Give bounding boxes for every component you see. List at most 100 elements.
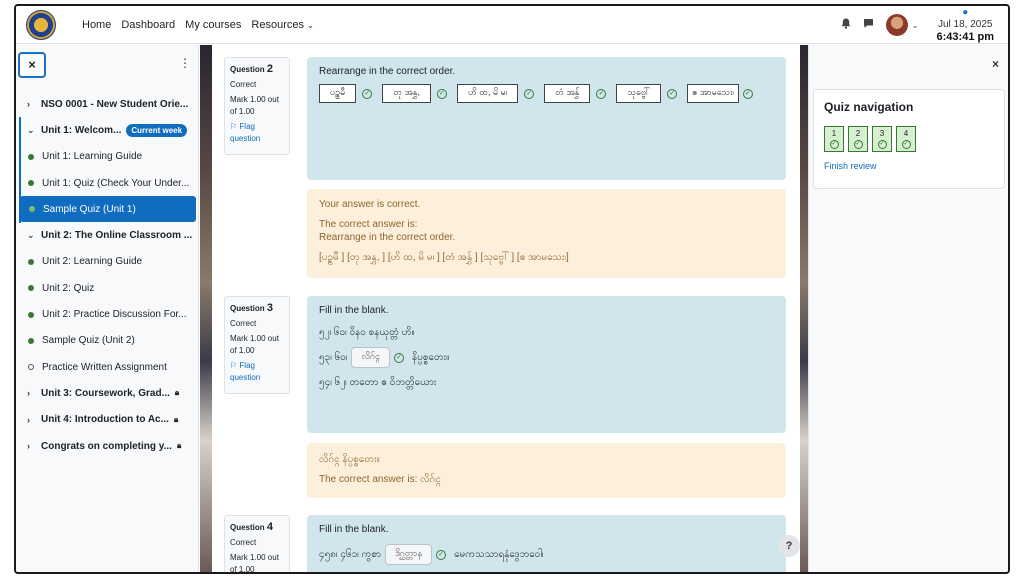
question-content: Fill in the blank. ၄၅၈၊ ၄၆၁၊ ကွစာ ဒိဂ္ဃတ…	[307, 515, 786, 572]
activity-unit2-learning-guide[interactable]: Unit 2: Learning Guide	[16, 249, 199, 275]
chevron-right-icon: ›	[27, 388, 30, 399]
close-drawer-button[interactable]: ×	[992, 57, 999, 71]
activity-sample-quiz-unit2[interactable]: Sample Quiz (Unit 2)	[16, 328, 199, 354]
question-nav-button[interactable]: 4 ✓	[896, 126, 916, 152]
activity-practice-written-assignment[interactable]: Practice Written Assignment	[16, 354, 199, 380]
feedback-correct-text: Your answer is correct.	[319, 199, 421, 210]
flag-question-link[interactable]: ⚐ Flag question	[230, 121, 284, 145]
section-label: Unit 1: Welcom...	[41, 124, 122, 136]
question-nav-button[interactable]: 1 ✓	[824, 126, 844, 152]
feedback-right-answer: The correct answer is: လိဂ်င္ဂ	[319, 473, 441, 485]
nav-dashboard[interactable]: Dashboard	[121, 19, 175, 31]
clock-time: 6:43:41 pm	[936, 31, 994, 43]
question-prompt: Fill in the blank.	[319, 524, 389, 535]
check-circle-icon: ✓	[853, 140, 863, 149]
activity-sample-quiz-unit1[interactable]: Sample Quiz (Unit 1)	[20, 196, 196, 223]
question-nav-number: 4	[903, 129, 909, 138]
chevron-right-icon: ›	[27, 99, 30, 110]
quiz-review-page: Question 2 Correct Mark 1.00 out of 1.00…	[212, 45, 800, 572]
completion-dot-icon	[29, 206, 35, 213]
question-content: Rearrange in the correct order. ပဥ္စမီ ✓ …	[307, 57, 786, 180]
nav-my-courses[interactable]: My courses	[185, 19, 241, 31]
quiz-navigation-title: Quiz navigation	[824, 100, 914, 114]
feedback-right-answer: [ပဥ္စမီ ] [တု အနွှ, ] [ဟိ ထ, မိ မ၊ ] [တံ…	[319, 251, 569, 263]
primary-navigation: Home Dashboard My courses Resources ⌄	[82, 19, 324, 31]
chevron-down-icon: ⌄	[307, 20, 314, 30]
feedback-prompt: Rearrange in the correct order.	[319, 232, 456, 243]
course-section-unit3[interactable]: › Unit 3: Coursework, Grad... 🔒︎	[16, 380, 199, 406]
course-section-unit4[interactable]: › Unit 4: Introduction to Ac... 🔒︎	[16, 407, 199, 433]
flag-icon: ⚐	[230, 361, 238, 370]
nav-resources[interactable]: Resources ⌄	[251, 19, 313, 31]
course-section-congrats[interactable]: › Congrats on completing y... 🔒︎	[16, 433, 199, 459]
background-image-left	[200, 45, 212, 572]
question-number-value: 4	[266, 521, 274, 533]
activity-label: Sample Quiz (Unit 2)	[42, 335, 135, 347]
quiz-navigation-drawer: × Quiz navigation 1 ✓ 2 ✓ 3 ✓ 4 ✓ Finish rev…	[808, 45, 1008, 572]
check-circle-icon: ✓	[667, 88, 678, 99]
check-circle-icon: ✓	[436, 88, 447, 99]
lock-icon: 🔒︎	[176, 441, 182, 450]
finish-review-link[interactable]: Finish review	[824, 161, 994, 171]
incomplete-circle-icon	[28, 364, 34, 371]
check-circle-icon: ✓	[362, 88, 373, 99]
flag-question-link[interactable]: ⚐ Flag question	[230, 360, 284, 384]
section-label: Unit 4: Introduction to Ac...	[41, 414, 169, 426]
site-logo[interactable]	[26, 9, 56, 40]
check-circle-icon: ✓	[436, 549, 447, 560]
question-nav-button[interactable]: 3 ✓	[872, 126, 892, 152]
question-nav-button[interactable]: 2 ✓	[848, 126, 868, 152]
activity-unit2-discussion[interactable]: Unit 2: Practice Discussion For...	[16, 301, 199, 327]
drag-token[interactable]: ပဥ္စမီ	[319, 84, 357, 103]
globe-icon: ●	[962, 7, 969, 18]
question-info: Question 3 Correct Mark 1.00 out of 1.00…	[224, 296, 290, 394]
feedback-text: လိဂ်င္ဂ နိပ္ပစ္စတေး။	[319, 454, 380, 465]
course-index: › NSO 0001 - New Student Orie... ⌄ Unit 1:…	[16, 91, 199, 459]
help-button[interactable]: ?	[778, 535, 800, 557]
drag-token[interactable]: တံ အနွှ်	[544, 84, 591, 103]
navbar-right: ⌄ ● Jul 18, 2025 6:43:41 pm	[841, 6, 1000, 44]
user-menu-chevron-icon[interactable]: ⌄	[912, 21, 919, 30]
check-circle-icon: ✓	[524, 88, 535, 99]
check-circle-icon: ✓	[877, 140, 887, 149]
question-word: Question	[230, 65, 265, 74]
question-feedback: Your answer is correct. The correct answ…	[307, 189, 786, 278]
check-circle-icon: ✓	[901, 140, 911, 149]
course-section-nso0001[interactable]: › NSO 0001 - New Student Orie...	[16, 91, 199, 117]
activity-unit2-quiz[interactable]: Unit 2: Quiz	[16, 275, 199, 301]
lock-icon: 🔒︎	[173, 414, 179, 424]
course-section-unit2[interactable]: ⌄ Unit 2: The Online Classroom ...	[16, 222, 199, 248]
question-nav-buttons: 1 ✓ 2 ✓ 3 ✓ 4 ✓	[824, 126, 994, 152]
question-nav-number: 1	[831, 129, 837, 138]
text-line: ၅၂၊ ၆ဝ၊ ဝိနဝ စနယုတ္တံ ဟိ။	[319, 327, 415, 338]
notification-bell-icon[interactable]	[841, 18, 851, 32]
answer-blank-input[interactable]: ဒိဂ္ဃတ္တာန	[385, 544, 433, 565]
fill-blank-line: ၄၅၈၊ ၄၆၁၊ ကွစာ ဒိဂ္ဃတ္တာန ✓ မေကသသာရနုံဒွ…	[319, 544, 774, 565]
activity-unit1-quiz[interactable]: Unit 1: Quiz (Check Your Under...	[16, 170, 199, 196]
question-mark: Mark 1.00 out of 1.00	[230, 553, 279, 574]
text-line: ၅၄၊ ၆၂၊ တတော ဧ ဝိဘတ္တိယေား	[319, 377, 437, 388]
drag-token[interactable]: ဧ အာမသေး၊	[687, 84, 739, 103]
completion-dot-icon	[28, 285, 34, 292]
close-drawer-button[interactable]: ×	[18, 52, 46, 78]
drag-token[interactable]: ဟိ ထ, မိ မ၊	[456, 84, 519, 103]
chevron-down-icon: ⌄	[27, 124, 35, 135]
text-before-blank: ၄၅၈၊ ၄၆၁၊ ကွစာ	[319, 549, 382, 560]
more-options-icon[interactable]: ⋮	[179, 56, 191, 70]
messages-icon[interactable]	[863, 18, 874, 32]
user-avatar[interactable]	[885, 14, 908, 36]
chevron-right-icon: ›	[27, 441, 30, 451]
activity-label: Unit 2: Learning Guide	[42, 256, 143, 268]
question-state: Correct	[230, 80, 257, 89]
check-circle-icon: ✓	[596, 88, 607, 99]
feedback-right-answer-label: The correct answer is:	[319, 218, 418, 230]
drag-token[interactable]: သုဗ္ဗေါ်	[616, 84, 662, 103]
activity-unit1-learning-guide[interactable]: Unit 1: Learning Guide	[16, 144, 199, 170]
answer-blank-input[interactable]: လိဂ်င္ဂ	[351, 347, 391, 368]
drag-token[interactable]: တု အနွှ,	[382, 84, 431, 103]
current-week-badge: Current week	[126, 123, 188, 137]
browser-frame: Home Dashboard My courses Resources ⌄ ⌄ …	[14, 4, 1010, 574]
nav-home[interactable]: Home	[82, 19, 111, 31]
course-section-unit1[interactable]: ⌄ Unit 1: Welcom... Current week	[16, 117, 199, 143]
question-state: Correct	[230, 319, 257, 328]
